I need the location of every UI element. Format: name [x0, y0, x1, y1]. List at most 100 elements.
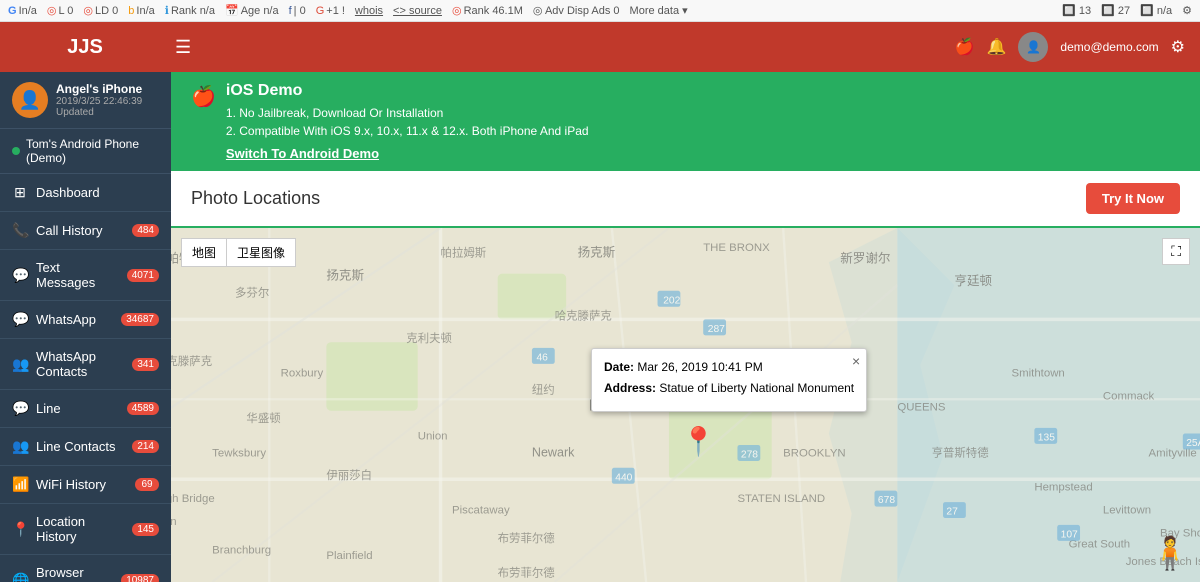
text-messages-badge: 4071: [127, 269, 159, 282]
svg-text:Tewksbury: Tewksbury: [212, 447, 266, 459]
seo-bar: G In/a ◎L 0 ◎LD 0 bIn/a ℹRank n/a 📅Age n…: [0, 0, 1200, 22]
seo-alexa: ◎Rank 46.1M: [452, 4, 523, 17]
seo-ld: ◎LD 0: [83, 4, 118, 17]
switch-android-link[interactable]: Switch To Android Demo: [226, 146, 379, 161]
try-it-now-button[interactable]: Try It Now: [1086, 183, 1180, 214]
svg-text:哈克滕萨克: 哈克滕萨克: [555, 308, 612, 322]
sms-icon: 💬: [12, 267, 28, 284]
svg-text:287: 287: [708, 324, 725, 335]
svg-text:亨廷顿: 亨廷顿: [954, 273, 992, 288]
seo-google: G In/a: [8, 5, 37, 17]
device-date: 2019/3/25 22:46:39 Updated: [56, 96, 159, 118]
call-history-badge: 484: [132, 224, 159, 237]
popup-close-button[interactable]: ×: [852, 353, 860, 369]
sidebar-item-text-messages[interactable]: 💬 Text Messages 4071: [0, 250, 171, 301]
call-icon: 📞: [12, 222, 28, 239]
svg-text:202: 202: [663, 295, 680, 306]
svg-text:哈克滕萨克: 哈克滕萨克: [171, 354, 212, 368]
avatar[interactable]: 👤: [1018, 32, 1048, 62]
wifi-history-badge: 69: [135, 478, 159, 491]
sidebar: 👤 Angel's iPhone 2019/3/25 22:46:39 Upda…: [0, 72, 171, 582]
svg-text:25A: 25A: [1186, 438, 1200, 449]
apple-icon: 🍎: [955, 37, 975, 57]
sidebar-item-whatsapp[interactable]: 💬 WhatsApp 34687: [0, 301, 171, 339]
main-content: 🍎 iOS Demo 1. No Jailbreak, Download Or …: [171, 72, 1200, 582]
map-view-button[interactable]: 地图: [181, 238, 226, 267]
map-expand-button[interactable]: ⛶: [1162, 238, 1190, 265]
sidebar-item-wifi-history[interactable]: 📶 WiFi History 69: [0, 466, 171, 504]
layout: 👤 Angel's iPhone 2019/3/25 22:46:39 Upda…: [0, 72, 1200, 582]
sidebar-item-line[interactable]: 💬 Line 4589: [0, 390, 171, 428]
location-icon: 📍: [12, 521, 28, 538]
sidebar-label-whatsapp: WhatsApp: [36, 312, 113, 327]
svg-text:High Bridge: High Bridge: [171, 493, 215, 505]
hamburger-button[interactable]: ☰: [170, 32, 196, 63]
avatar-icon: 👤: [1026, 40, 1041, 54]
svg-text:THE BRONX: THE BRONX: [703, 242, 770, 254]
sidebar-item-browser-history[interactable]: 🌐 Browser History 10987: [0, 555, 171, 582]
svg-text:克利夫顿: 克利夫顿: [406, 331, 452, 345]
seo-more[interactable]: More data ▾: [630, 4, 688, 17]
device-avatar: 👤: [12, 82, 48, 118]
svg-text:BROOKLYN: BROOKLYN: [783, 447, 846, 459]
line-icon: 💬: [12, 400, 28, 417]
wifi-icon: 📶: [12, 476, 28, 493]
seo-stat2: 🔲 27: [1101, 4, 1130, 17]
map-background: 帕特森 多芬尔 扬克斯 帕拉姆斯 扬克斯 THE BRONX 新罗谢尔 亨廷顿 …: [171, 228, 1200, 582]
notification-icon[interactable]: 🔔: [987, 37, 1007, 57]
browser-icon: 🌐: [12, 572, 28, 582]
map-pin[interactable]: 📍: [681, 428, 716, 456]
sidebar-label-wifi-history: WiFi History: [36, 477, 127, 492]
sidebar-label-location-history: Location History: [36, 514, 124, 544]
svg-text:纽约: 纽约: [532, 383, 555, 397]
sidebar-item-line-contacts[interactable]: 👥 Line Contacts 214: [0, 428, 171, 466]
ios-banner-content: iOS Demo 1. No Jailbreak, Download Or In…: [226, 82, 589, 161]
device-info[interactable]: 👤 Angel's iPhone 2019/3/25 22:46:39 Upda…: [0, 72, 171, 129]
seo-stat1: 🔲 13: [1062, 4, 1091, 17]
header-icons: 🍎 🔔 👤 demo@demo.com ⚙: [955, 32, 1185, 62]
line-contacts-badge: 214: [132, 440, 159, 453]
sidebar-item-call-history[interactable]: 📞 Call History 484: [0, 212, 171, 250]
svg-text:布劳菲尔德: 布劳菲尔德: [498, 565, 555, 579]
svg-text:新罗谢尔: 新罗谢尔: [840, 250, 890, 265]
ios-line-1: 1. No Jailbreak, Download Or Installatio…: [226, 104, 589, 122]
sidebar-item-location-history[interactable]: 📍 Location History 145: [0, 504, 171, 555]
seo-whois[interactable]: whois: [355, 5, 383, 17]
seo-gplus: G+1 !: [316, 5, 345, 17]
sidebar-demo[interactable]: Tom's Android Phone (Demo): [0, 129, 171, 174]
ios-icon: 🍎: [191, 84, 216, 109]
ios-banner-title: iOS Demo: [226, 82, 589, 100]
popup-date-row: Date: Mar 26, 2019 10:41 PM: [604, 359, 854, 376]
svg-text:Lebanon: Lebanon: [171, 516, 177, 528]
sidebar-item-dashboard[interactable]: ⊞ Dashboard: [0, 174, 171, 212]
ios-line-2: 2. Compatible With iOS 9.x, 10.x, 11.x &…: [226, 122, 589, 140]
svg-text:扬克斯: 扬克斯: [326, 268, 364, 282]
sidebar-label-browser-history: Browser History: [36, 565, 113, 582]
sidebar-label-call-history: Call History: [36, 223, 124, 238]
line-badge: 4589: [127, 402, 159, 415]
popup-address-row: Address: Statue of Liberty National Monu…: [604, 380, 854, 397]
svg-text:Roxbury: Roxbury: [281, 367, 324, 379]
svg-text:帕拉姆斯: 帕拉姆斯: [441, 246, 487, 260]
line-contacts-icon: 👥: [12, 438, 28, 455]
settings-icon[interactable]: ⚙: [1171, 37, 1185, 57]
svg-text:Piscataway: Piscataway: [452, 504, 510, 516]
seo-gear[interactable]: ⚙: [1182, 4, 1192, 17]
svg-text:伊丽莎白: 伊丽莎白: [326, 468, 372, 482]
header-logo: JJS: [15, 36, 155, 59]
demo-label: Tom's Android Phone (Demo): [26, 137, 159, 165]
svg-text:华盛顿: 华盛顿: [246, 411, 280, 425]
map-container[interactable]: 帕特森 多芬尔 扬克斯 帕拉姆斯 扬克斯 THE BRONX 新罗谢尔 亨廷顿 …: [171, 228, 1200, 582]
ios-banner-text: 1. No Jailbreak, Download Or Installatio…: [226, 104, 589, 140]
svg-text:278: 278: [741, 450, 758, 461]
svg-text:Levittown: Levittown: [1103, 504, 1151, 516]
seo-source[interactable]: <> source: [393, 5, 442, 17]
device-details: Angel's iPhone 2019/3/25 22:46:39 Update…: [56, 82, 159, 118]
svg-text:Smithtown: Smithtown: [1012, 367, 1065, 379]
sidebar-item-whatsapp-contacts[interactable]: 👥 WhatsApp Contacts 341: [0, 339, 171, 390]
satellite-view-button[interactable]: 卫星图像: [226, 238, 296, 267]
device-name: Angel's iPhone: [56, 82, 159, 96]
sidebar-label-dashboard: Dashboard: [36, 185, 159, 200]
svg-text:440: 440: [615, 472, 632, 483]
page-title: Photo Locations: [191, 188, 320, 209]
